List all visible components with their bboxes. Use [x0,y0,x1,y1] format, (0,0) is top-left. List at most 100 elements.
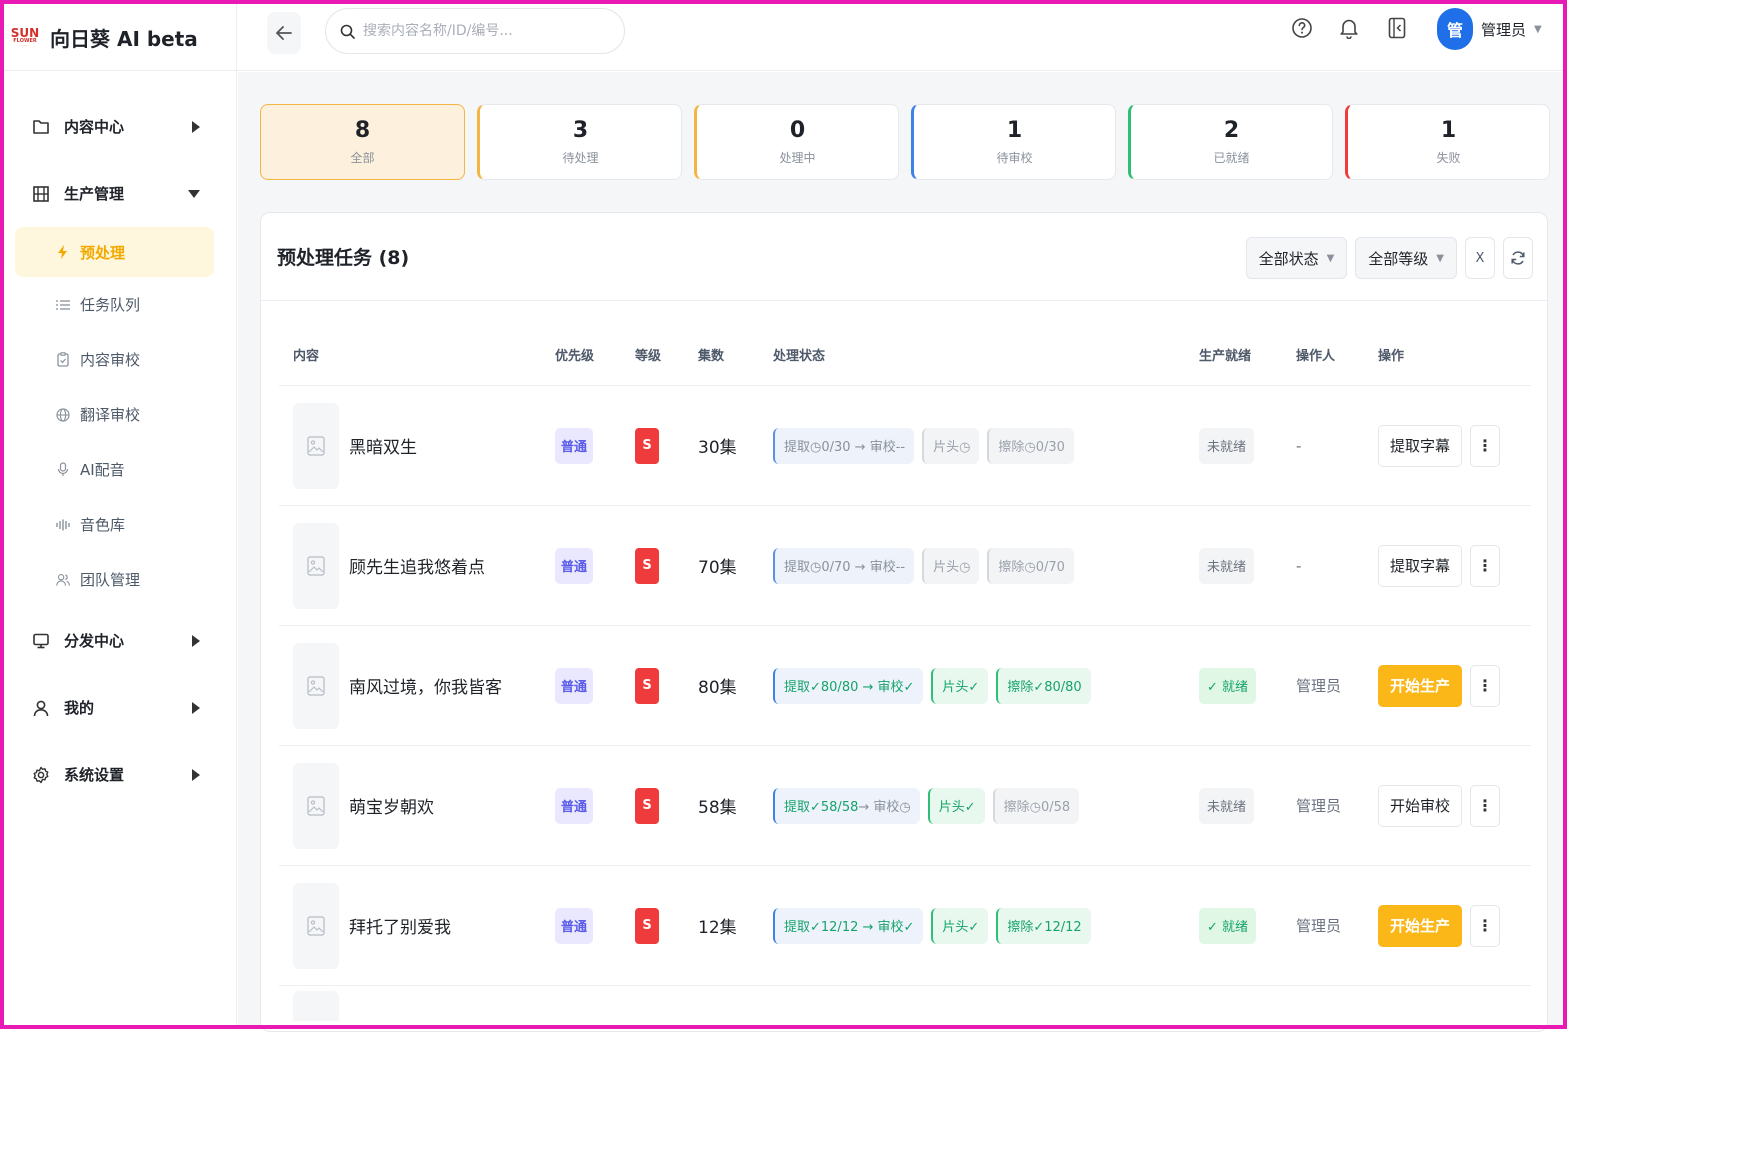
sidebar-item-voice-library[interactable]: 音色库 [4,497,236,552]
table-row[interactable]: 顾先生追我悠着点 普通 S 70集 提取◷0/70 → 审校-- 片头◷ 擦除◷… [279,506,1531,626]
sidebar-item-team-management[interactable]: 团队管理 [4,552,236,607]
stat-count: 8 [354,118,371,144]
image-placeholder-icon [293,522,339,609]
priority-badge: 普通 [555,427,593,464]
row-action-button[interactable]: 提取字幕 [1378,424,1463,467]
status-cell: 提取✓58/58 → 审校◷ 片头✓ 擦除◷0/58 [773,787,1199,824]
ready-cell: 未就绪 [1199,547,1296,584]
collapse-sidebar-icon[interactable] [1385,16,1409,40]
user-icon [32,699,50,717]
sidebar-group-label: 分发中心 [64,632,125,650]
erase-status: 擦除✓80/80 [996,667,1091,704]
episode-count: 30集 [698,438,737,458]
search-box[interactable] [325,8,625,54]
status-cell: 提取✓80/80 → 审校✓ 片头✓ 擦除✓80/80 [773,667,1199,704]
sidebar-item-content-review[interactable]: 内容审校 [4,332,236,387]
sidebar-group-label: 内容中心 [64,118,125,136]
more-options-icon[interactable]: ⋮ [1470,904,1501,947]
help-icon[interactable] [1290,16,1314,40]
sidebar-group-production[interactable]: 生产管理 [4,160,236,227]
action-cell: 开始生产 ⋮ [1378,904,1531,947]
image-placeholder-icon [293,402,339,489]
sidebar-group-distribution[interactable]: 分发中心 [4,607,236,674]
row-action-button[interactable]: 提取字幕 [1378,544,1463,587]
search-icon [340,24,355,39]
sidebar-item-translation-review[interactable]: 翻译审校 [4,387,236,442]
more-options-icon[interactable]: ⋮ [1470,664,1501,707]
sidebar-group-settings[interactable]: 系统设置 [4,741,236,808]
table-row[interactable]: 南风过境，你我皆客 普通 S 80集 提取✓80/80 → 审校✓ 片头✓ 擦除… [279,626,1531,746]
sidebar-group-label: 我的 [64,699,95,717]
priority-cell: 普通 [555,907,635,944]
intro-status: 片头✓ [931,907,989,944]
more-options-icon[interactable]: ⋮ [1470,424,1501,467]
erase-status: 擦除◷0/58 [992,787,1080,824]
ready-cell: 未就绪 [1199,427,1296,464]
image-placeholder-icon [293,882,339,969]
chevron-down-icon: ▼ [1534,23,1542,35]
waveform-icon [56,518,70,532]
sidebar: SUN FLOWER ······ 向日葵 AI beta 内容中心 生产管理 … [4,4,237,1025]
operator-cell: 管理员 [1296,795,1378,816]
content-title[interactable]: 萌宝岁朝欢 [349,793,434,818]
clipboard-icon [56,352,70,367]
extract-review-status: 提取◷0/70 → 审校-- [773,547,915,584]
content-title[interactable]: 顾先生追我悠着点 [349,553,485,578]
logo-text-sun: SUN [10,25,40,40]
stat-count: 1 [1006,118,1023,144]
more-options-icon[interactable]: ⋮ [1470,544,1501,587]
stat-card-awaiting-review[interactable]: 1 待审校 [911,104,1116,180]
operator-name: - [1296,557,1302,575]
status-filter-select[interactable]: 全部状态 ▼ [1245,237,1348,279]
user-menu[interactable]: 管 管理员 ▼ [1437,8,1542,50]
row-action-button[interactable]: 开始生产 [1378,904,1463,947]
caret-right-icon [192,120,200,133]
filter-bar: 全部状态 ▼ 全部等级 ▼ X [1245,237,1533,279]
stat-card-processing[interactable]: 0 处理中 [694,104,899,180]
sidebar-item-preprocess[interactable]: 预处理 [15,227,214,277]
level-cell: S [635,907,698,944]
ready-badge: 未就绪 [1199,547,1255,584]
team-icon [56,573,70,587]
table-row[interactable]: 萌宝岁朝欢 普通 S 58集 提取✓58/58 → 审校◷ 片头✓ 擦除◷0/5… [279,746,1531,866]
sidebar-item-task-queue[interactable]: 任务队列 [4,277,236,332]
bell-icon[interactable] [1337,16,1361,40]
refresh-button[interactable] [1503,237,1533,279]
stat-card-ready[interactable]: 2 已就绪 [1128,104,1333,180]
table-row[interactable]: 拜托了别爱我 普通 S 12集 提取✓12/12 → 审校✓ 片头✓ 擦除✓12… [279,866,1531,986]
stat-card-failed[interactable]: 1 失败 [1345,104,1550,180]
action-cell: 开始审校 ⋮ [1378,784,1531,827]
content-title[interactable]: 黑暗双生 [349,433,417,458]
stat-label: 失败 [1436,150,1461,165]
content-cell: 顾先生追我悠着点 [279,522,555,609]
top-header: 管 管理员 ▼ [237,4,1563,71]
back-button[interactable] [267,12,301,54]
stat-card-pending[interactable]: 3 待处理 [477,104,682,180]
sidebar-item-ai-dubbing[interactable]: AI配音 [4,442,236,497]
episodes-cell: 58集 [698,793,773,818]
table-row[interactable]: 黑暗双生 普通 S 30集 提取◷0/30 → 审校-- 片头◷ 擦除◷0/30… [279,386,1531,506]
content-title[interactable]: 南风过境，你我皆客 [349,673,502,698]
intro-status: 片头◷ [922,547,980,584]
erase-status: 擦除✓12/12 [996,907,1091,944]
content-cell: 南风过境，你我皆客 [279,642,555,729]
chevron-down-icon: ▼ [1436,252,1444,264]
card-header: 预处理任务 (8) 全部状态 ▼ 全部等级 ▼ X [261,213,1547,301]
film-icon [32,185,50,203]
microphone-icon [56,462,70,477]
more-options-icon[interactable]: ⋮ [1470,784,1501,827]
arrow-left-icon [276,26,292,40]
sidebar-group-mine[interactable]: 我的 [4,674,236,741]
stat-card-all[interactable]: 8 全部 [260,104,465,180]
brand-logo: SUN FLOWER ······ [10,22,40,52]
episode-count: 12集 [698,918,737,938]
level-filter-select[interactable]: 全部等级 ▼ [1355,237,1457,279]
clear-filter-button[interactable]: X [1465,237,1495,279]
search-input[interactable] [363,23,603,39]
sidebar-group-content-center[interactable]: 内容中心 [4,93,236,160]
globe-icon [56,407,70,422]
priority-cell: 普通 [555,787,635,824]
row-action-button[interactable]: 开始审校 [1378,784,1463,827]
content-title[interactable]: 拜托了别爱我 [349,913,451,938]
row-action-button[interactable]: 开始生产 [1378,664,1463,707]
